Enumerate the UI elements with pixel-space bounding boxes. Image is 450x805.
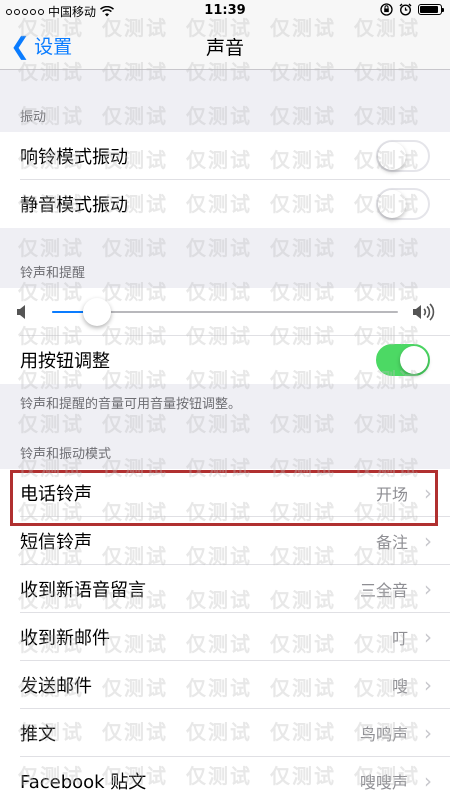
text-tone-value: 备注 <box>375 533 408 552</box>
watermark-text: 仅测试 <box>270 236 336 260</box>
sound-row-tweet[interactable]: 推文 鸟鸣声 › <box>0 709 450 757</box>
chevron-right-icon: › <box>424 529 432 553</box>
change-with-buttons-row: 用按钮调整 <box>0 336 450 384</box>
ringer-footnote: 铃声和提醒的音量可用音量按钮调整。 <box>20 397 242 412</box>
ringer-group: 用按钮调整 <box>0 288 450 384</box>
sound-row-sent-mail[interactable]: 发送邮件 嗖 › <box>0 661 450 709</box>
sounds-group: 电话铃声 开场 › 短信铃声 备注 › 收到新语音留言 三全音 › 收到新邮件 … <box>0 469 450 805</box>
sound-row-text-tone[interactable]: 短信铃声 备注 › <box>0 517 450 565</box>
section-header-sounds: 铃声和振动模式 <box>20 447 112 462</box>
watermark-text: 仅测试 <box>186 412 252 436</box>
new-mail-label: 收到新邮件 <box>20 628 110 649</box>
change-with-buttons-label: 用按钮调整 <box>20 351 110 372</box>
sound-row-facebook-post[interactable]: Facebook 贴文 嗖嗖声 › <box>0 757 450 805</box>
facebook-post-label: Facebook 贴文 <box>20 772 147 793</box>
text-tone-label: 短信铃声 <box>20 532 92 553</box>
watermark-text: 仅测试 <box>354 236 420 260</box>
watermark-text: 仅测试 <box>270 412 336 436</box>
ring-vibrate-label: 响铃模式振动 <box>20 147 128 168</box>
speaker-low-icon <box>17 305 25 319</box>
facebook-post-value: 嗖嗖声 <box>359 773 408 792</box>
sound-row-new-voicemail[interactable]: 收到新语音留言 三全音 › <box>0 565 450 613</box>
status-bar: 中国移动 11:39 <box>0 0 450 22</box>
watermark-text: 仅测试 <box>354 412 420 436</box>
page-title: 声音 <box>205 37 244 59</box>
section-header-ringer: 铃声和提醒 <box>20 266 86 281</box>
status-right <box>380 3 444 16</box>
ring-vibrate-row: 响铃模式振动 <box>0 132 450 180</box>
sent-mail-value: 嗖 <box>391 677 408 696</box>
navigation-bar: ❮ 设置 声音 <box>0 22 450 70</box>
alarm-icon <box>399 3 412 16</box>
sound-row-new-mail[interactable]: 收到新邮件 叮 › <box>0 613 450 661</box>
chevron-right-icon: › <box>424 625 432 649</box>
volume-slider-thumb[interactable] <box>82 298 111 326</box>
tweet-label: 推文 <box>20 724 56 745</box>
sound-row-ringtone[interactable]: 电话铃声 开场 › <box>0 469 450 517</box>
change-with-buttons-toggle[interactable] <box>376 344 430 376</box>
volume-slider[interactable] <box>52 298 398 326</box>
chevron-right-icon: › <box>424 721 432 745</box>
chevron-right-icon: › <box>424 769 432 793</box>
ring-vibrate-toggle[interactable] <box>376 140 430 172</box>
sent-mail-label: 发送邮件 <box>20 676 92 697</box>
tweet-value: 鸟鸣声 <box>359 725 408 744</box>
watermark-text: 仅测试 <box>186 236 252 260</box>
ringer-volume-slider-row <box>0 288 450 336</box>
watermark-text: 仅测试 <box>102 412 168 436</box>
chevron-right-icon: › <box>424 577 432 601</box>
ringtone-value: 开场 <box>375 485 408 504</box>
chevron-right-icon: › <box>424 673 432 697</box>
silent-vibrate-row: 静音模式振动 <box>0 180 450 228</box>
battery-icon <box>418 4 444 15</box>
new-voicemail-label: 收到新语音留言 <box>20 580 146 601</box>
orientation-lock-icon <box>380 3 393 16</box>
speaker-high-icon <box>413 303 435 321</box>
silent-vibrate-toggle[interactable] <box>376 188 430 220</box>
ringtone-label: 电话铃声 <box>20 484 92 505</box>
silent-vibrate-label: 静音模式振动 <box>20 195 128 216</box>
new-voicemail-value: 三全音 <box>359 581 408 600</box>
watermark-text: 仅测试 <box>102 236 168 260</box>
vibration-group: 响铃模式振动 静音模式振动 <box>0 132 450 228</box>
section-header-vibration: 振动 <box>20 110 47 125</box>
new-mail-value: 叮 <box>391 629 408 648</box>
chevron-right-icon: › <box>424 481 432 505</box>
